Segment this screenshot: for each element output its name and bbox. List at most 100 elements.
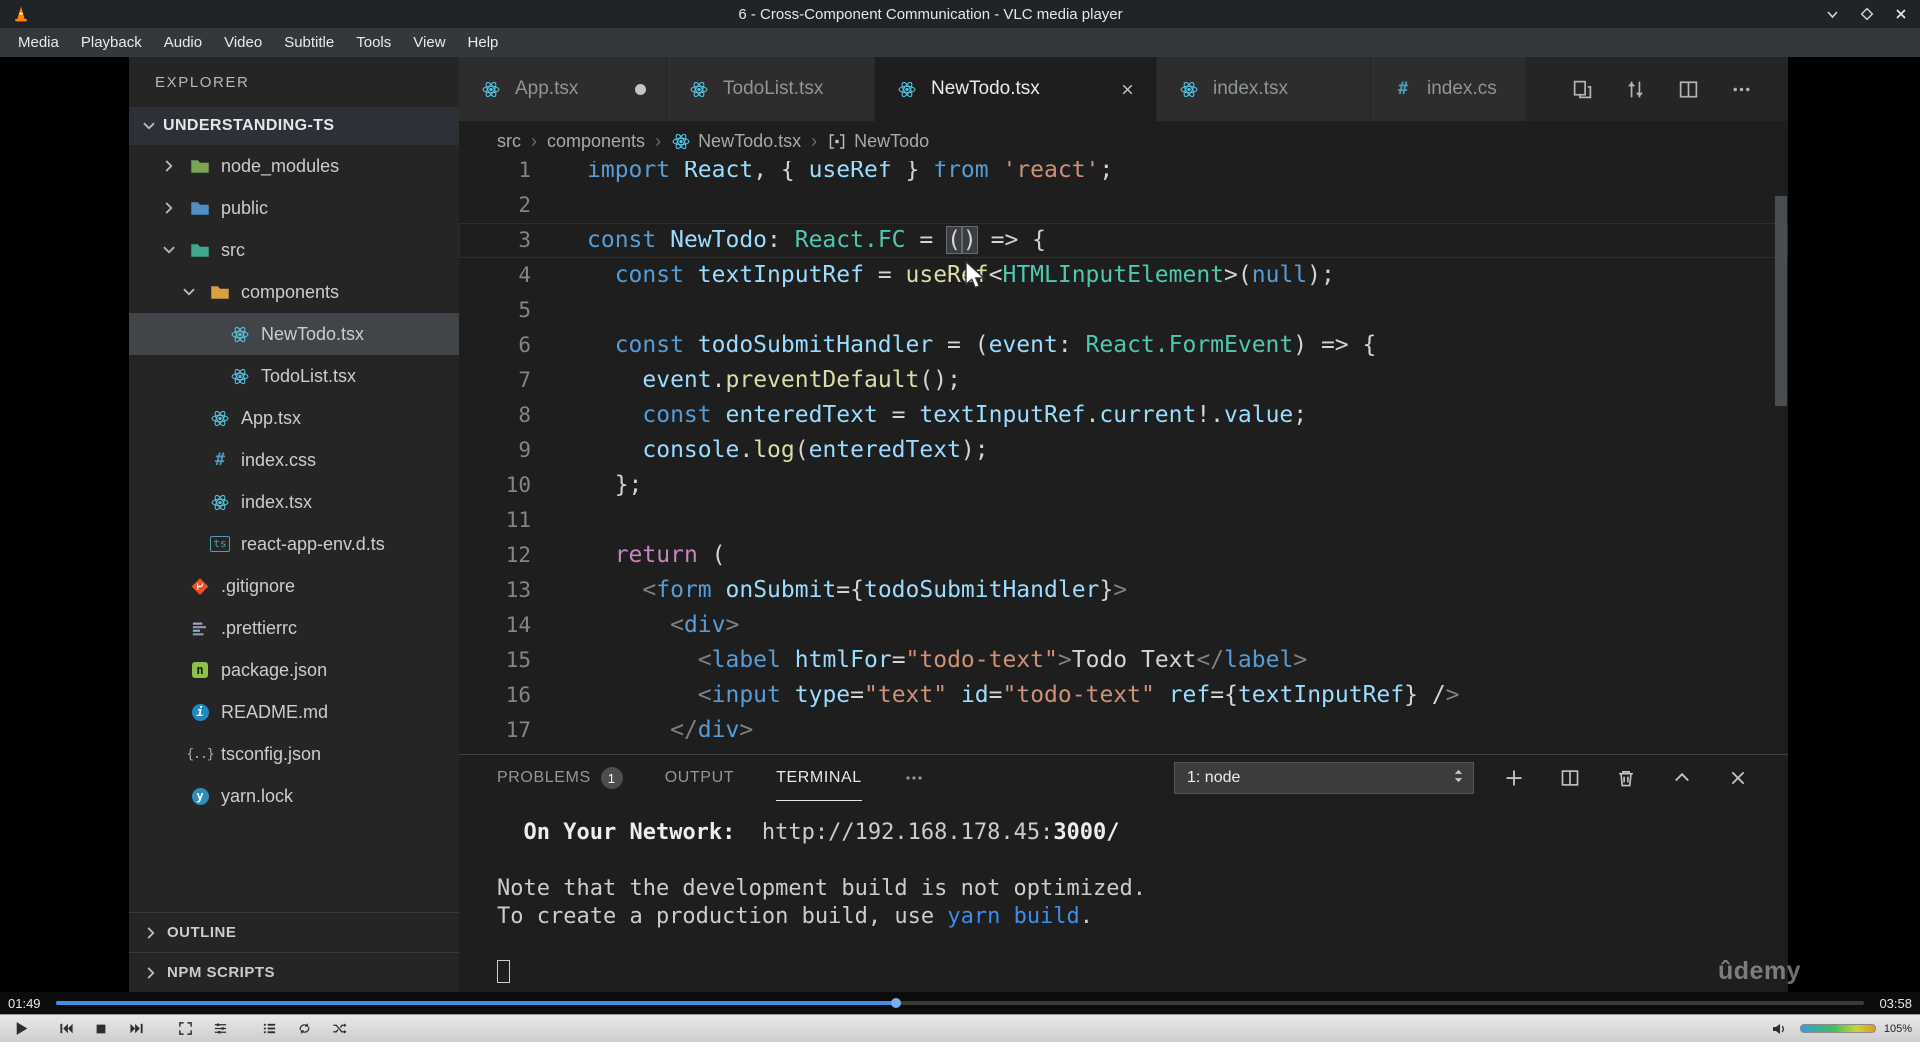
code-line: 7 event.preventDefault();: [459, 363, 1788, 398]
menu-audio[interactable]: Audio: [154, 31, 212, 54]
compare-changes-icon[interactable]: [1625, 79, 1646, 100]
tree-item-package-json[interactable]: n package.json: [129, 649, 459, 691]
menu-view[interactable]: View: [403, 31, 455, 54]
tree-item-yarn-lock[interactable]: y yarn.lock: [129, 775, 459, 817]
fullscreen-button[interactable]: [172, 1018, 198, 1040]
terminal-link[interactable]: yarn build: [947, 904, 1079, 929]
more-actions-icon[interactable]: [1731, 79, 1752, 100]
breadcrumb-label: NewTodo.tsx: [698, 130, 802, 151]
folder-node-icon: [188, 156, 212, 176]
tree-item-react-app-env-d-ts[interactable]: ts react-app-env.d.ts: [129, 523, 459, 565]
react-icon: [228, 324, 252, 344]
code-text: </div>: [670, 717, 754, 743]
tree-item-todolist-tsx[interactable]: TodoList.tsx: [129, 355, 459, 397]
tree-item-gitignore[interactable]: .gitignore: [129, 565, 459, 607]
maximize-icon[interactable]: [1860, 7, 1874, 21]
code-line: 14 <div>: [459, 608, 1788, 643]
menu-media[interactable]: Media: [8, 31, 69, 54]
tree-item-newtodo-tsx[interactable]: NewTodo.tsx: [129, 313, 459, 355]
tree-item-index-css[interactable]: # index.css: [129, 439, 459, 481]
next-button[interactable]: [123, 1018, 149, 1040]
chevron-placeholder: [159, 744, 179, 764]
breadcrumb-label: src: [497, 130, 521, 151]
loop-button[interactable]: [291, 1018, 317, 1040]
tree-item-index-tsx[interactable]: index.tsx: [129, 481, 459, 523]
chevron-down-icon: [159, 240, 179, 260]
panel-tab-terminal[interactable]: TERMINAL: [776, 755, 862, 801]
breadcrumb-src[interactable]: src: [497, 131, 521, 152]
tab-todolist-tsx[interactable]: TodoList.tsx: [667, 57, 875, 121]
close-tab-icon[interactable]: [1119, 81, 1136, 98]
panel-more-icon[interactable]: [904, 768, 924, 788]
tab-label: TodoList.tsx: [723, 78, 824, 99]
menu-playback[interactable]: Playback: [71, 31, 152, 54]
video-area[interactable]: EXPLORER UNDERSTANDING-TS node_modules pu…: [0, 57, 1920, 992]
chevron-placeholder: [159, 702, 179, 722]
tree-item-prettierrc[interactable]: .prettierrc: [129, 607, 459, 649]
sidebar-section-outline[interactable]: OUTLINE: [129, 912, 459, 952]
split-terminal-icon[interactable]: [1560, 768, 1580, 788]
playlist-button[interactable]: [256, 1018, 282, 1040]
stop-button[interactable]: [88, 1018, 114, 1040]
bottom-panel: PROBLEMS 1 OUTPUT TERMINAL 1: node On Yo…: [459, 754, 1788, 992]
breadcrumb-components[interactable]: components: [547, 131, 645, 152]
kill-terminal-icon[interactable]: [1616, 768, 1636, 788]
extended-settings-button[interactable]: [207, 1018, 233, 1040]
tree-item-tsconfig-json[interactable]: {..} tsconfig.json: [129, 733, 459, 775]
close-panel-icon[interactable]: [1728, 768, 1748, 788]
volume-icon[interactable]: [1766, 1018, 1792, 1040]
terminal-selector[interactable]: 1: node: [1174, 762, 1474, 794]
sidebar-section-label: NPM SCRIPTS: [167, 964, 276, 981]
close-icon[interactable]: [1894, 7, 1908, 21]
tab-index-tsx[interactable]: index.tsx: [1157, 57, 1371, 121]
react-icon: [228, 366, 252, 386]
breadcrumb-label: NewTodo: [854, 130, 930, 151]
play-button[interactable]: [8, 1018, 34, 1040]
minimize-icon[interactable]: [1825, 7, 1840, 22]
split-editor-icon[interactable]: [1678, 79, 1699, 100]
sidebar-section-npm-scripts[interactable]: NPM SCRIPTS: [129, 952, 459, 992]
tree-item-readme-md[interactable]: i README.md: [129, 691, 459, 733]
code-line: 4 const textInputRef = useRef<HTMLInputE…: [459, 258, 1788, 293]
tree-item-label: tsconfig.json: [221, 743, 322, 764]
tab-newtodo-tsx[interactable]: NewTodo.tsx: [875, 57, 1157, 121]
menu-video[interactable]: Video: [214, 31, 272, 54]
css-icon: #: [1397, 79, 1409, 99]
tree-item-components[interactable]: components: [129, 271, 459, 313]
panel-tab-problems[interactable]: PROBLEMS 1: [497, 755, 623, 801]
code-text: <input type="text" id="todo-text" ref={t…: [697, 682, 1460, 708]
breadcrumb-separator: ›: [531, 130, 537, 151]
random-button[interactable]: [326, 1018, 352, 1040]
menu-tools[interactable]: Tools: [346, 31, 401, 54]
seek-slider[interactable]: [56, 998, 1864, 1008]
breadcrumb-newtodo[interactable]: NewTodo: [827, 131, 929, 152]
tree-item-label: App.tsx: [241, 407, 302, 428]
terminal-output[interactable]: On Your Network: http://192.168.178.45:3…: [459, 801, 1788, 992]
tree-item-node-modules[interactable]: node_modules: [129, 145, 459, 187]
previous-button[interactable]: [53, 1018, 79, 1040]
menu-help[interactable]: Help: [458, 31, 509, 54]
scrollbar-thumb[interactable]: [1775, 196, 1787, 406]
panel-tab-output[interactable]: OUTPUT: [665, 755, 734, 801]
terminal-line: To create a production build, use yarn b…: [497, 904, 1094, 929]
new-terminal-icon[interactable]: [1504, 768, 1524, 788]
code-editor[interactable]: 1 import React, { useRef } from 'react'; 2…: [459, 161, 1788, 754]
tree-item-public[interactable]: public: [129, 187, 459, 229]
maximize-panel-icon[interactable]: [1672, 768, 1692, 788]
open-changes-icon[interactable]: [1572, 79, 1593, 100]
editor-scrollbar[interactable]: [1774, 161, 1788, 754]
tab-index-cs[interactable]: # index.cs: [1371, 57, 1525, 121]
menu-subtitle[interactable]: Subtitle: [274, 31, 344, 54]
volume-slider[interactable]: [1799, 1024, 1876, 1033]
explorer-root-folder[interactable]: UNDERSTANDING-TS: [129, 107, 459, 145]
tree-item-app-tsx[interactable]: App.tsx: [129, 397, 459, 439]
breadcrumb-newtodo-tsx[interactable]: NewTodo.tsx: [671, 131, 801, 152]
line-number: 13: [505, 578, 531, 602]
react-icon: [208, 492, 232, 512]
code-line: 12 return (: [459, 538, 1788, 573]
tree-item-src[interactable]: src: [129, 229, 459, 271]
tab-app-tsx[interactable]: App.tsx: [459, 57, 667, 121]
